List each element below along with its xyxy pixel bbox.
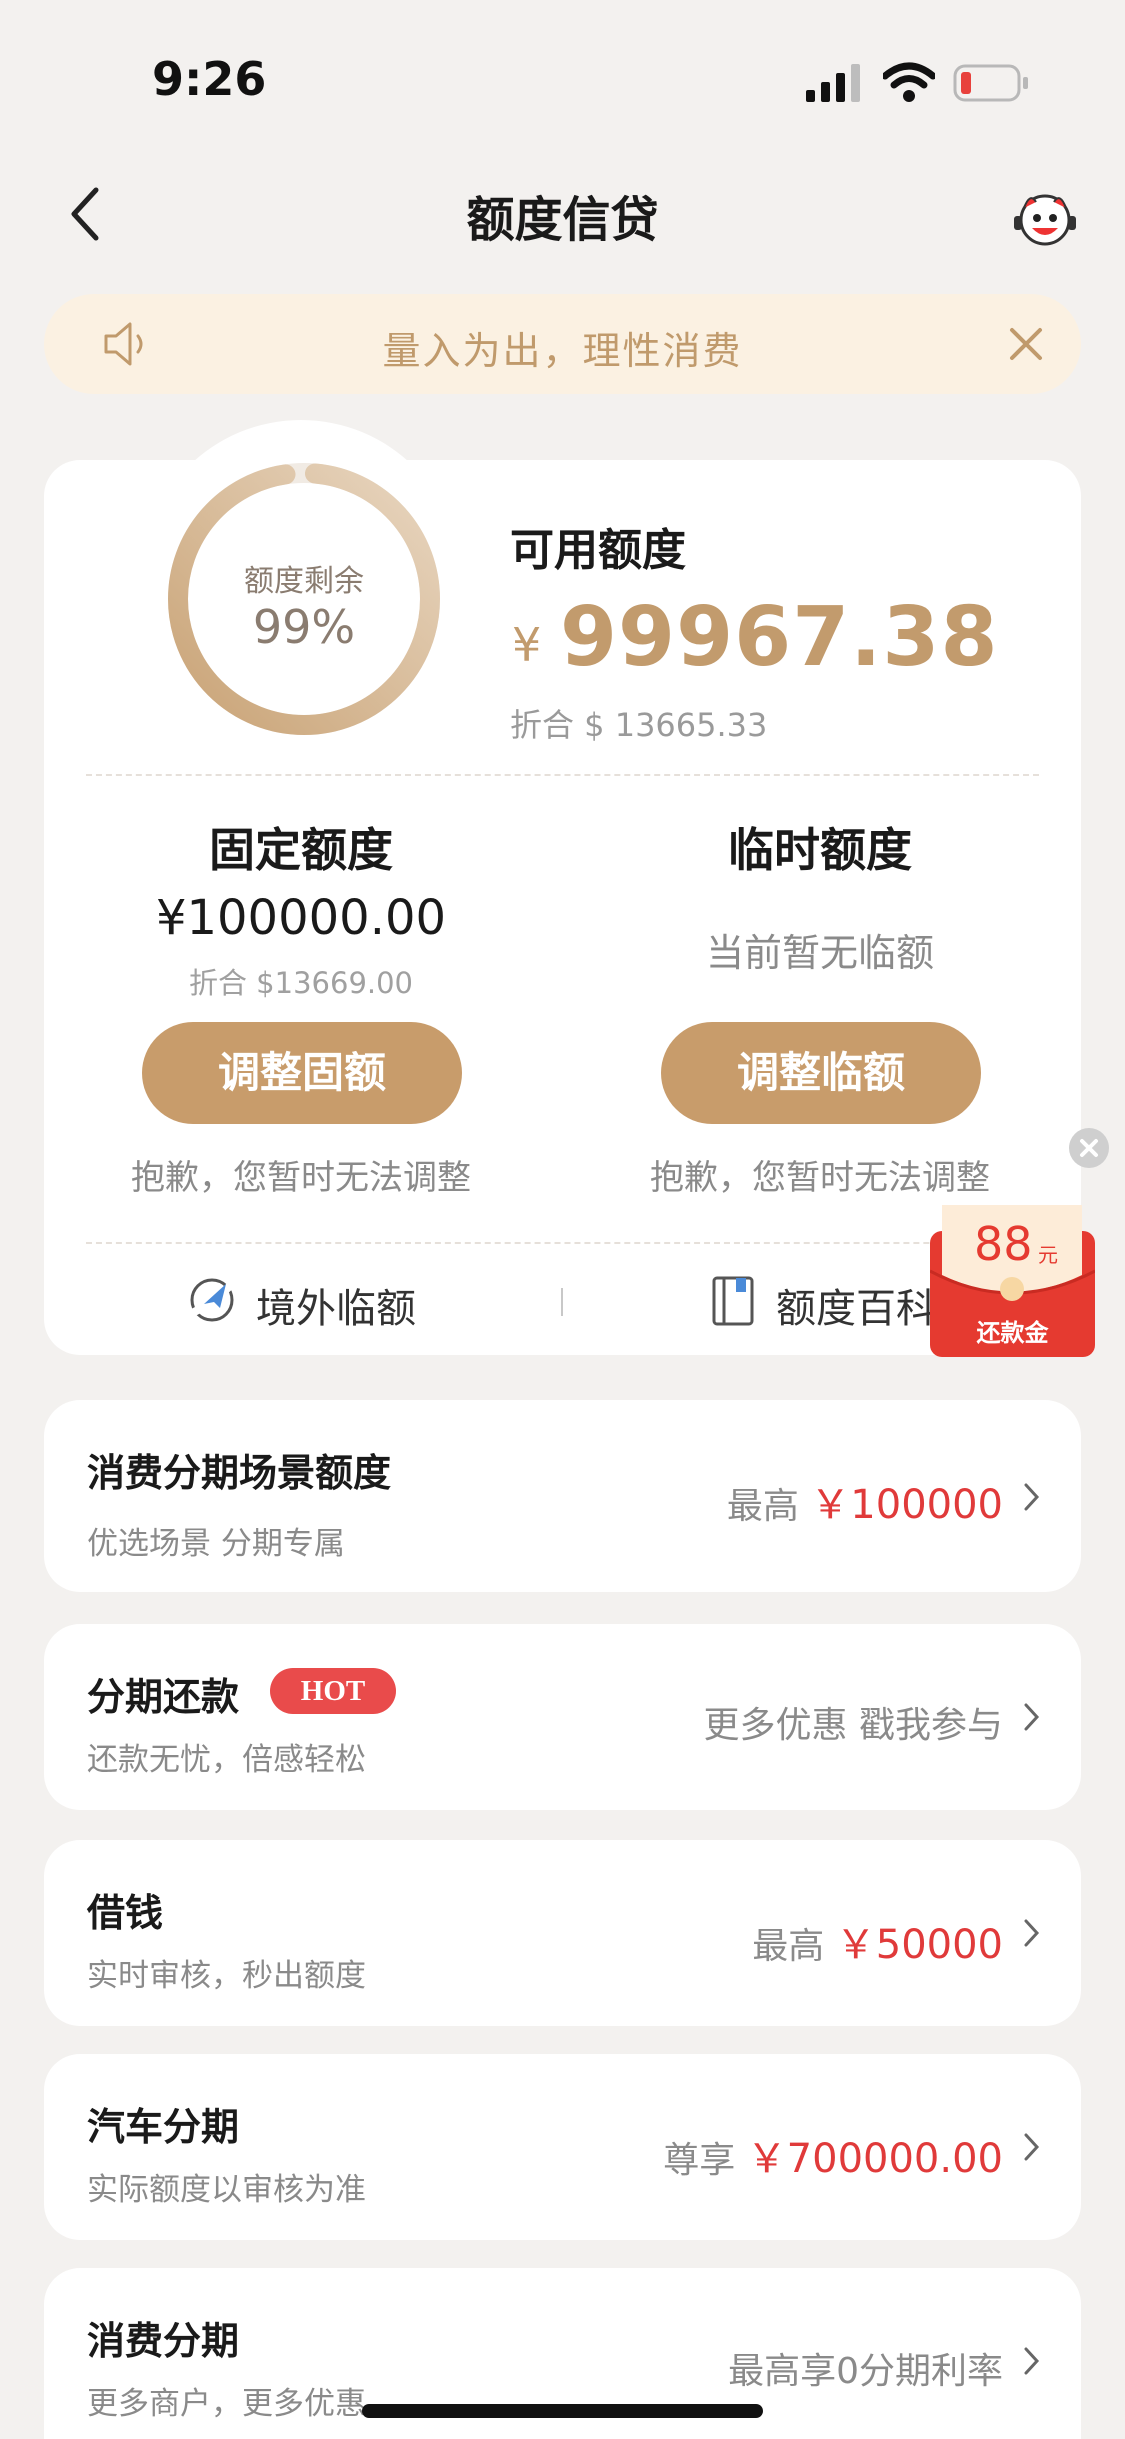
adjust-fixed-button[interactable]: 调整固额 (142, 1022, 462, 1124)
card-title: 借钱 (87, 1891, 164, 1935)
chevron-right-icon (1024, 2133, 1040, 2161)
chevron-right-icon (1024, 1919, 1040, 1947)
close-icon[interactable] (1004, 322, 1048, 366)
wifi-icon (883, 62, 935, 102)
chevron-right-icon (1024, 1703, 1040, 1731)
currency-symbol: ¥ (512, 618, 542, 672)
ring-percent: 99% (252, 600, 356, 654)
mascot-service-icon[interactable] (1010, 186, 1080, 248)
book-icon (712, 1276, 754, 1326)
fixed-note: 抱歉，您暂时无法调整 (131, 1158, 471, 1198)
hot-badge: HOT (270, 1668, 396, 1714)
card-title: 消费分期场景额度 (87, 1451, 392, 1495)
available-converted: 折合 $ 13665.33 (510, 706, 768, 744)
list-item[interactable]: 分期还款 HOT 还款无忧，倍感轻松 更多优惠 戳我参与 (44, 1624, 1081, 1810)
cellular-signal-icon (806, 64, 860, 102)
close-icon[interactable] (1069, 1128, 1109, 1168)
temp-title: 临时额度 (728, 823, 912, 877)
home-indicator[interactable] (362, 2404, 763, 2418)
card-right-text: 最高 ￥100000 (726, 1482, 1003, 1528)
chevron-right-icon (1024, 2347, 1040, 2375)
card-title: 汽车分期 (87, 2105, 240, 2149)
card-subtitle: 更多商户，更多优惠 (87, 2386, 366, 2422)
overseas-temp-link[interactable]: 境外临额 (256, 1276, 416, 1334)
fixed-title: 固定额度 (209, 823, 393, 877)
battery-icon (953, 64, 1028, 102)
fixed-amount: ¥100000.00 (155, 890, 447, 946)
card-subtitle: 还款无忧，倍感轻松 (87, 1742, 366, 1778)
notice-bar: 量入为出，理性消费 (44, 294, 1081, 394)
card-right-text: 最高 ￥50000 (752, 1922, 1003, 1968)
card-subtitle: 优选场景 分期专属 (87, 1526, 345, 1562)
card-right-text: 更多优惠 戳我参与 (703, 1705, 1003, 1746)
available-label: 可用额度 (510, 525, 686, 576)
list-item[interactable]: 借钱 实时审核，秒出额度 最高 ￥50000 (44, 1840, 1081, 2026)
credit-encyclopedia-link[interactable]: 额度百科 (776, 1276, 936, 1334)
card-subtitle: 实际额度以审核为准 (87, 2172, 366, 2208)
page-title: 额度信贷 (466, 192, 659, 248)
chevron-right-icon (1024, 1483, 1040, 1511)
red-packet-label: 还款金 (976, 1319, 1049, 1347)
repayment-red-packet[interactable]: 88 元 还款金 (930, 1205, 1095, 1357)
temp-note: 抱歉，您暂时无法调整 (650, 1158, 990, 1198)
status-time: 9:26 (152, 52, 267, 106)
red-packet-amount: 88 (974, 1217, 1033, 1271)
card-subtitle: 实时审核，秒出额度 (87, 1958, 366, 1994)
list-item[interactable]: 汽车分期 实际额度以审核为准 尊享 ￥700000.00 (44, 2054, 1081, 2240)
list-item[interactable]: 消费分期场景额度 优选场景 分期专属 最高 ￥100000 (44, 1400, 1081, 1592)
overseas-plane-icon (188, 1278, 237, 1322)
divider (86, 774, 1039, 776)
card-right-text: 最高享0分期利率 (728, 2351, 1003, 2392)
divider (86, 1242, 1039, 1244)
fixed-converted: 折合 $13669.00 (188, 966, 414, 1000)
separator (561, 1288, 563, 1316)
adjust-temp-button[interactable]: 调整临额 (661, 1022, 981, 1124)
notice-text: 量入为出，理性消费 (382, 329, 743, 373)
ring-label: 额度剩余 (244, 564, 364, 599)
available-amount: 99967.38 (560, 590, 999, 685)
red-packet-unit: 元 (1038, 1243, 1058, 1267)
card-right-text: 尊享 ￥700000.00 (663, 2136, 1003, 2182)
card-title: 分期还款 (87, 1675, 240, 1719)
card-title: 消费分期 (87, 2319, 240, 2363)
temp-status: 当前暂无临额 (705, 931, 934, 975)
